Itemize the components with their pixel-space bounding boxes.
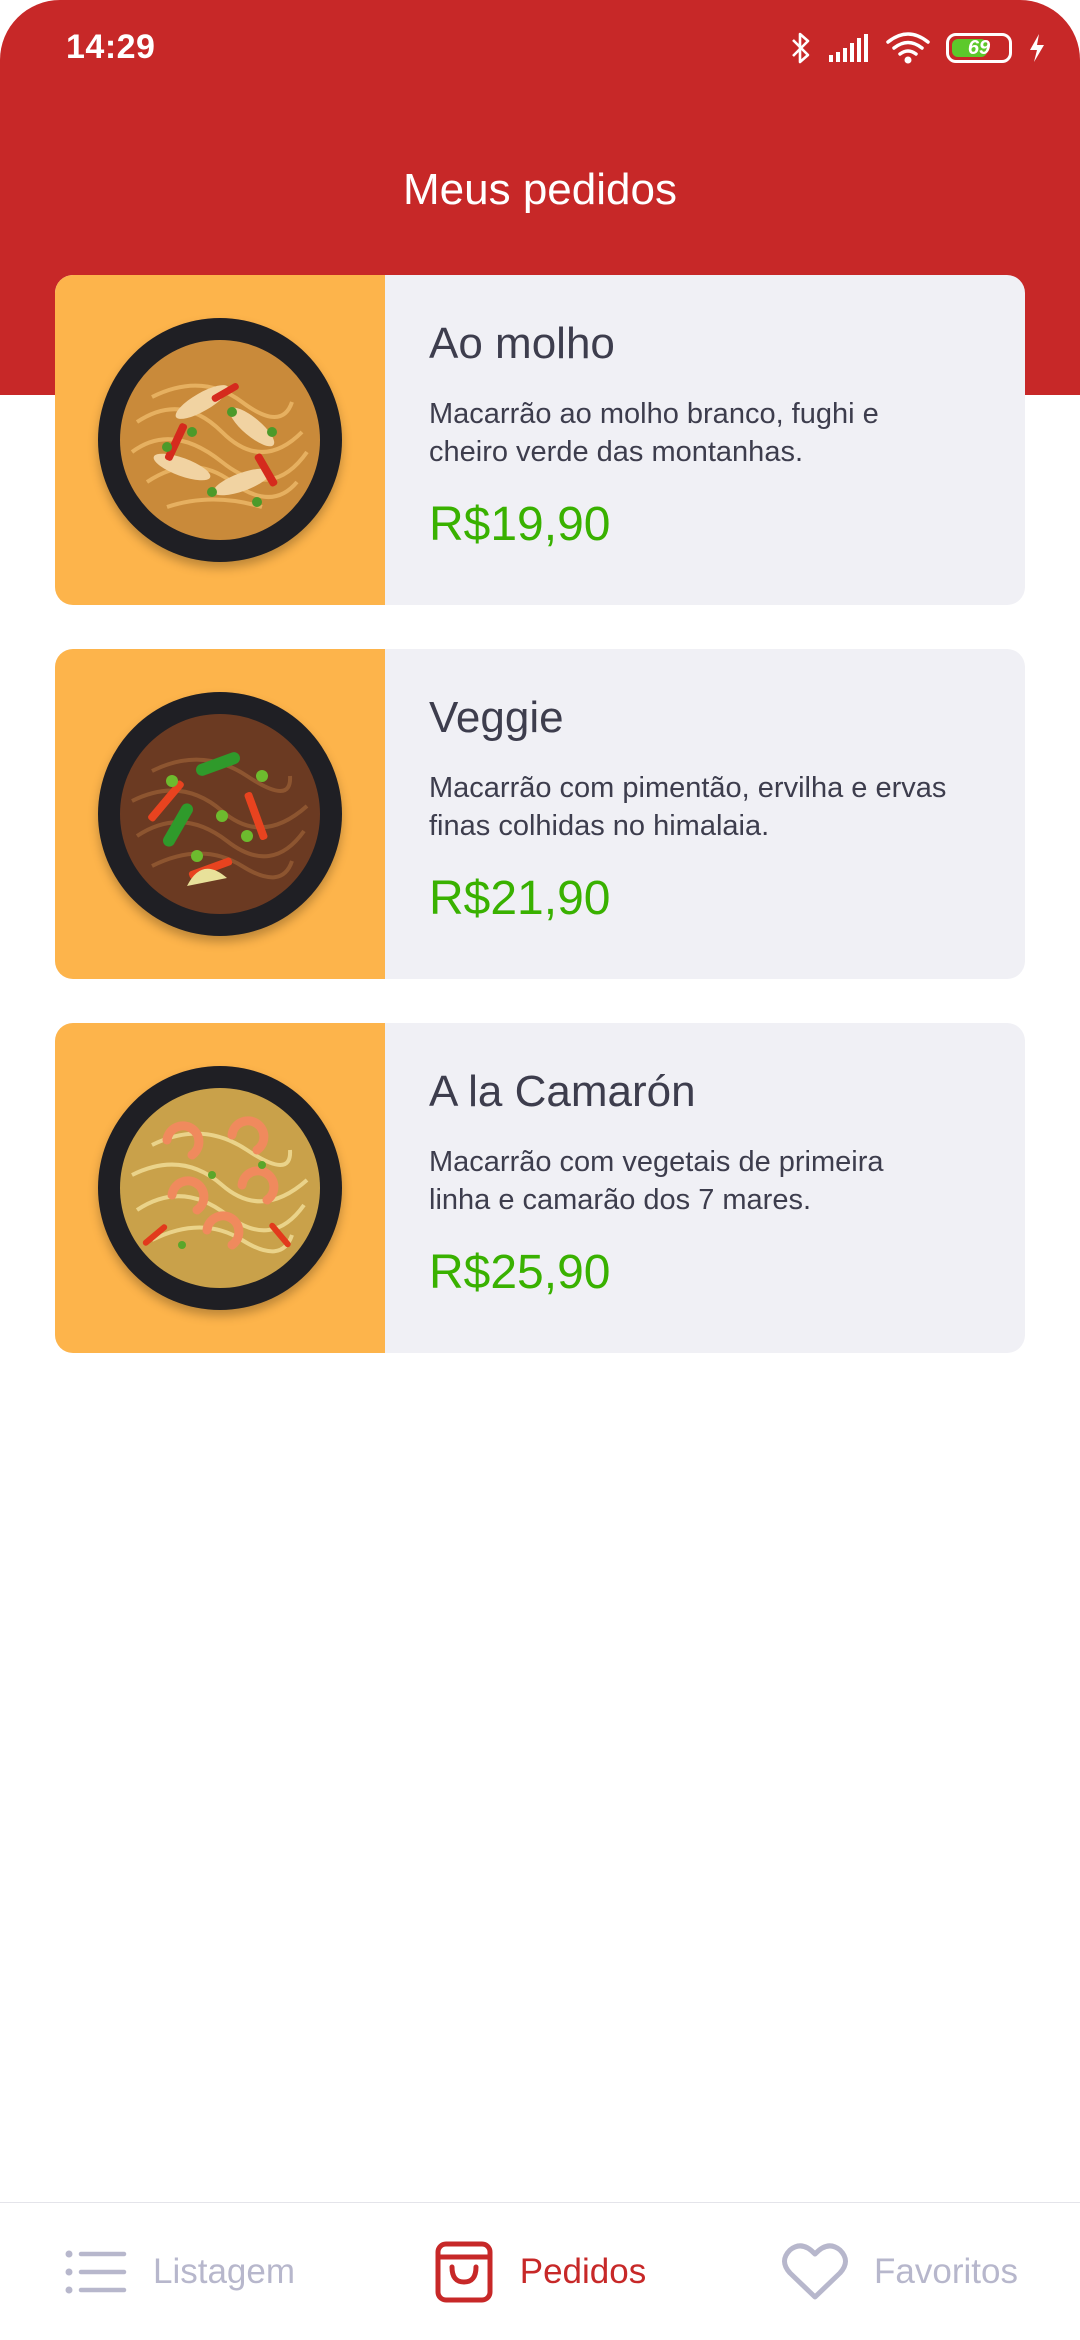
order-price: R$19,90 [429, 498, 611, 551]
order-price: R$21,90 [429, 872, 611, 925]
order-card[interactable]: Veggie Macarrão com pimentão, ervilha e … [55, 649, 1025, 979]
tab-label: Favoritos [874, 2251, 1018, 2291]
page-title: Meus pedidos [403, 165, 677, 214]
orders-list: Ao molho Macarrão ao molho branco, fughi… [55, 275, 1025, 1397]
order-card[interactable]: A la Camarón Macarrão com vegetais de pr… [55, 1023, 1025, 1353]
status-icons: 69 [790, 26, 1046, 70]
battery-icon: 69 [946, 33, 1012, 63]
shrimp-noodles-dish [98, 1066, 342, 1310]
order-info: Ao molho Macarrão ao molho branco, fughi… [385, 275, 989, 605]
order-image-container [55, 649, 385, 979]
order-name: Ao molho [429, 319, 615, 368]
bluetooth-icon [790, 31, 812, 65]
veggie-noodles-dish [98, 692, 342, 936]
tab-listagem[interactable]: Listagem [0, 2203, 360, 2340]
order-price: R$25,90 [429, 1246, 611, 1299]
order-image-container [55, 1023, 385, 1353]
wifi-icon [886, 31, 930, 65]
order-description: Macarrão ao molho branco, fughi e cheiro… [429, 398, 879, 468]
tab-pedidos[interactable]: Pedidos [360, 2203, 720, 2340]
order-card[interactable]: Ao molho Macarrão ao molho branco, fughi… [55, 275, 1025, 605]
list-icon [65, 2249, 127, 2295]
order-name: A la Camarón [429, 1067, 696, 1116]
tab-label: Listagem [152, 2251, 296, 2291]
bottom-tab-bar: Listagem Pedidos Favoritos [0, 2202, 1080, 2340]
order-info: A la Camarón Macarrão com vegetais de pr… [385, 1023, 989, 1353]
shopping-bag-icon [434, 2240, 494, 2304]
battery-level: 69 [967, 36, 991, 59]
order-info: Veggie Macarrão com pimentão, ervilha e … [385, 649, 989, 979]
charging-icon [1028, 33, 1046, 63]
signal-icon [828, 33, 870, 63]
order-name: Veggie [429, 693, 564, 742]
heart-icon [782, 2242, 849, 2302]
tab-favoritos[interactable]: Favoritos [720, 2203, 1080, 2340]
status-time: 14:29 [66, 28, 156, 66]
status-bar: 14:29 69 [0, 0, 1080, 96]
order-description: Macarrão com pimentão, ervilha e ervas f… [429, 772, 947, 842]
tab-label: Pedidos [519, 2251, 647, 2291]
order-image-container [55, 275, 385, 605]
pasta-white-sauce-dish [98, 318, 342, 562]
order-description: Macarrão com vegetais de primeira linha … [429, 1146, 884, 1216]
